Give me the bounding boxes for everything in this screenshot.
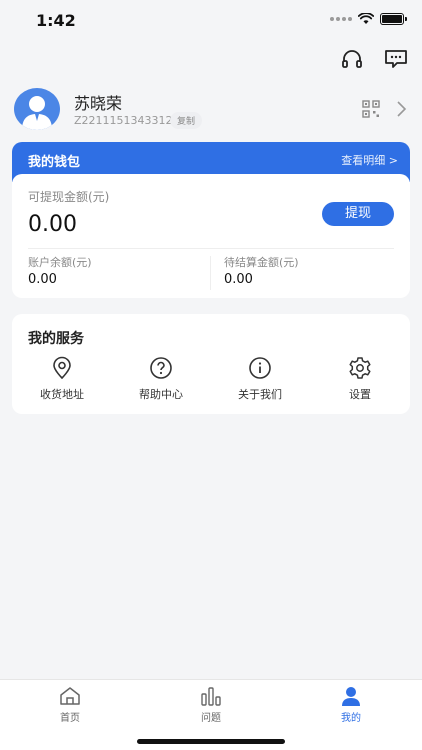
divider (210, 256, 211, 290)
tab-home[interactable]: 首页 (40, 686, 100, 726)
pending-label: 待结算金额(元) (224, 256, 299, 269)
service-about[interactable]: 关于我们 (224, 356, 296, 406)
service-label: 帮助中心 (139, 388, 183, 401)
cellular-signal-icon (330, 17, 352, 21)
tab-questions[interactable]: 问题 (181, 686, 241, 726)
home-indicator (137, 739, 285, 744)
message-icon[interactable] (384, 48, 408, 70)
qr-code-icon[interactable] (362, 100, 380, 118)
top-actions (340, 48, 408, 70)
chevron-right-icon[interactable] (394, 100, 408, 118)
pending-value: 0.00 (224, 272, 253, 287)
service-label: 关于我们 (238, 388, 282, 401)
services-title: 我的服务 (28, 331, 84, 347)
tab-label: 问题 (201, 713, 221, 724)
status-icons (330, 13, 407, 25)
profile-name: 苏晓荣 (74, 94, 123, 113)
person-icon (342, 687, 360, 706)
tab-label: 首页 (60, 713, 80, 724)
view-details-link[interactable]: 查看明细 > (341, 152, 398, 168)
withdrawable-amount: 0.00 (28, 212, 77, 237)
service-label: 设置 (349, 388, 371, 401)
tab-label: 我的 (341, 713, 361, 724)
status-bar: 1:42 (0, 0, 422, 44)
balance-value: 0.00 (28, 272, 57, 287)
status-time: 1:42 (36, 11, 76, 30)
withdraw-button[interactable]: 提现 (322, 202, 394, 226)
bar-chart-icon (201, 687, 221, 706)
service-label: 收货地址 (40, 388, 84, 401)
wallet-title: 我的钱包 (28, 155, 81, 170)
wallet-body: 可提现金额(元) 0.00 提现 账户余额(元) 0.00 待结算金额(元) 0… (12, 174, 410, 298)
wallet-card: 我的钱包 查看明细 > 可提现金额(元) 0.00 提现 账户余额(元) 0.0… (12, 142, 410, 298)
balance-label: 账户余额(元) (28, 256, 92, 269)
wifi-icon (358, 13, 374, 24)
home-icon (60, 687, 80, 705)
user-avatar-icon (22, 96, 52, 130)
tab-mine[interactable]: 我的 (321, 686, 381, 726)
battery-icon (380, 13, 407, 25)
service-settings[interactable]: 设置 (324, 356, 396, 406)
gear-icon (349, 357, 371, 379)
profile-section[interactable]: 苏晓荣 Z22111513433128 复制 (14, 88, 410, 132)
headset-icon[interactable] (340, 48, 364, 70)
withdrawable-label: 可提现金额(元) (28, 190, 110, 204)
services-card: 我的服务 收货地址 帮助中心 关于我们 设置 (12, 314, 410, 414)
service-address[interactable]: 收货地址 (26, 356, 98, 406)
service-help[interactable]: 帮助中心 (125, 356, 197, 406)
divider (28, 248, 394, 249)
avatar[interactable] (14, 88, 60, 130)
profile-id: Z22111513433128 (74, 114, 180, 127)
copy-button[interactable]: 复制 (170, 112, 203, 129)
location-pin-icon (53, 356, 71, 380)
question-circle-icon (150, 357, 172, 379)
info-circle-icon (249, 357, 271, 379)
